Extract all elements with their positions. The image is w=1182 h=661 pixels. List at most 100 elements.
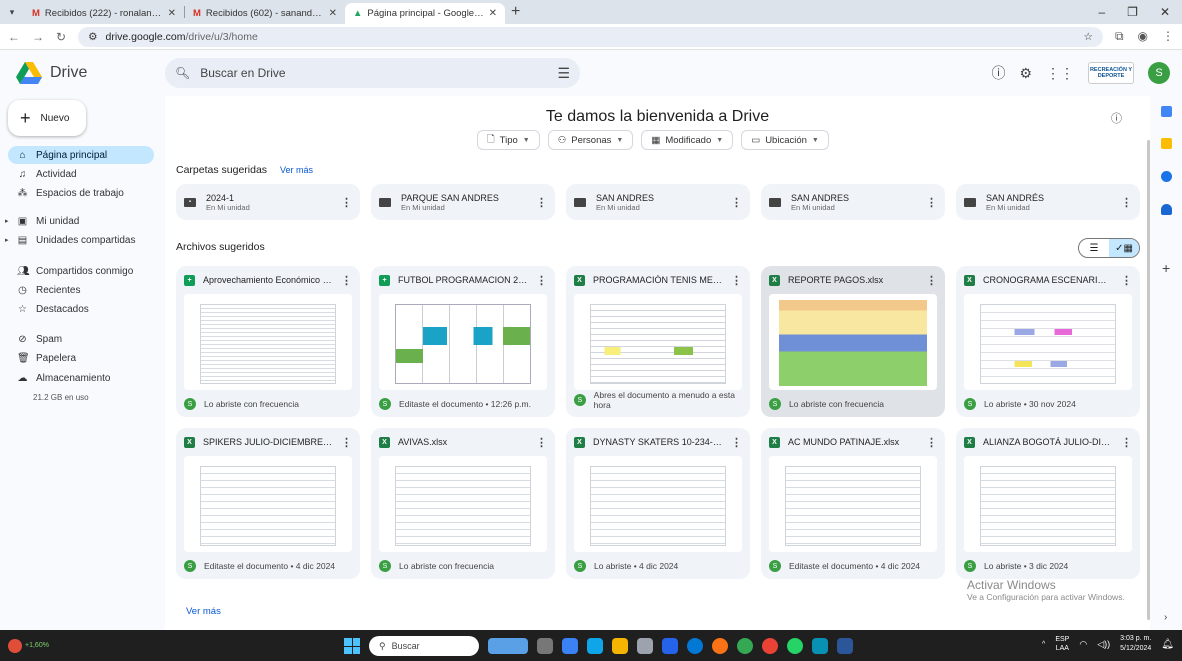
sidebar-item-activity[interactable]: ♫ Actividad [8,165,154,183]
more-options-icon[interactable]: ⋮ [1121,436,1132,449]
file-card[interactable]: X CRONOGRAMA ESCENARIOS 202... ⋮ S Lo abris… [956,266,1140,417]
more-options-icon[interactable]: ⋮ [341,436,352,449]
reload-icon[interactable]: ↻ [56,30,66,44]
filter-location[interactable]: ▭ Ubicación ▼ [741,130,829,150]
filter-type[interactable]: 🗋︎ Tipo ▼ [477,130,540,150]
browser-menu-icon[interactable]: ⋮ [1162,29,1174,44]
sidebar-item-shared-with-me[interactable]: 👥︎ Compartidos conmigo [8,262,154,280]
file-card[interactable]: X PROGRAMACIÓN TENIS MES DE ... ⋮ S Abres e… [566,266,750,417]
more-options-icon[interactable]: ⋮ [1121,196,1132,209]
close-icon[interactable]: ✕ [489,8,497,19]
url-input[interactable]: ⚙ drive.google.com/drive/u/3/home ☆ [78,26,1103,47]
more-options-icon[interactable]: ⋮ [731,436,742,449]
tab-gmail-1[interactable]: M Recibidos (222) - ronalangulo1 ✕ [24,3,184,24]
site-info-icon[interactable]: ⚙ [88,31,97,43]
file-explorer-icon[interactable] [612,638,628,654]
tab-gmail-2[interactable]: M Recibidos (602) - sanandres@s ✕ [185,3,345,24]
calendar-icon[interactable] [1161,106,1172,117]
firefox-icon[interactable] [712,638,728,654]
more-options-icon[interactable]: ⋮ [341,196,352,209]
edge-icon[interactable] [587,638,603,654]
drive-logo[interactable]: Drive [0,62,165,84]
minimize-icon[interactable]: – [1098,5,1105,19]
more-options-icon[interactable]: ⋮ [926,196,937,209]
avatar[interactable]: S [1148,62,1170,84]
folder-card[interactable]: SAN ANDRES En Mi unidad ⋮ [761,184,945,220]
close-icon[interactable]: ✕ [329,8,337,19]
more-options-icon[interactable]: ⋮ [536,196,547,209]
settings-icon[interactable]: ⚙ [1019,65,1032,82]
sidebar-item-shared-drives[interactable]: ▸ ▤ Unidades compartidas [5,231,154,249]
help-icon[interactable]: ⓘ [991,63,1005,83]
sidebar-item-spam[interactable]: ⊘ Spam [8,330,154,348]
back-icon[interactable]: ← [8,30,20,44]
contacts-icon[interactable] [1161,204,1172,215]
grid-view-icon[interactable]: ✓▦ [1109,239,1139,257]
more-options-icon[interactable]: ⋮ [341,274,352,287]
taskbar-search[interactable]: ⚲ Buscar [369,636,479,656]
file-card[interactable]: + Aprovechamiento Económico 202... ⋮ S Lo a… [176,266,360,417]
chrome-icon[interactable] [737,638,753,654]
new-button[interactable]: + Nuevo [8,100,86,136]
expand-caret-icon[interactable]: ▸ [5,217,9,225]
start-button[interactable] [344,638,360,654]
profile-icon[interactable]: ◉ [1138,29,1148,44]
expand-caret-icon[interactable]: ▸ [5,236,9,244]
sidebar-item-recent[interactable]: ◷ Recientes [8,281,154,299]
search-input[interactable]: 🔍︎ Buscar en Drive ☰ [165,58,580,88]
whatsapp-icon[interactable] [787,638,803,654]
see-more-folders-link[interactable]: Ver más [280,165,313,175]
more-options-icon[interactable]: ⋮ [731,274,742,287]
forward-icon[interactable]: → [32,30,44,44]
sidebar-item-home[interactable]: ⌂ Página principal [8,146,154,164]
more-options-icon[interactable]: ⋮ [926,436,937,449]
extensions-icon[interactable]: ⧉ [1115,29,1124,44]
filter-people[interactable]: ⚇ Personas ▼ [547,130,634,150]
file-card[interactable]: + FUTBOL PROGRAMACION 2024 ⋮ S Editaste el … [371,266,555,417]
tasks-icon[interactable] [1161,171,1172,182]
close-icon[interactable]: ✕ [168,8,176,19]
sidebar-item-storage[interactable]: ☁ Almacenamiento [8,369,154,387]
filter-modified[interactable]: ▦ Modificado ▼ [641,130,734,150]
more-options-icon[interactable]: ⋮ [926,274,937,287]
search-icon[interactable]: 🔍︎ [175,66,190,80]
sidebar-item-trash[interactable]: 🗑︎ Papelera [8,349,154,367]
file-card[interactable]: X DYNASTY SKATERS 10-234-013-2... ⋮ S Lo ab… [566,428,750,579]
tab-search-icon[interactable]: ▾ [0,0,24,24]
file-card[interactable]: X ALIANZA BOGOTÁ JULIO-DICIEM... ⋮ S Lo abr… [956,428,1140,579]
photos-icon[interactable] [812,638,828,654]
file-card[interactable]: X AVIVAS.xlsx ⋮ S Lo abriste con frecuencia [371,428,555,579]
outlook-icon[interactable] [662,638,678,654]
folder-card[interactable]: PARQUE SAN ANDRES En Mi unidad ⋮ [371,184,555,220]
sidebar-item-my-drive[interactable]: ▸ ▣ Mi unidad [5,212,154,230]
more-options-icon[interactable]: ⋮ [536,436,547,449]
store-icon[interactable] [637,638,653,654]
word-icon[interactable] [837,638,853,654]
volume-icon[interactable]: ◁)) [1097,639,1110,650]
folder-card[interactable]: ▪ 2024-1 En Mi unidad ⋮ [176,184,360,220]
copilot-icon[interactable] [562,638,578,654]
info-icon[interactable]: ⓘ [1111,110,1122,126]
task-view-icon[interactable] [537,638,553,654]
more-options-icon[interactable]: ⋮ [536,274,547,287]
keep-icon[interactable] [1161,138,1172,149]
wifi-icon[interactable]: ◠ [1079,639,1087,650]
notifications-icon[interactable]: 🔔︎ [1161,639,1174,650]
restore-icon[interactable]: ❐ [1127,5,1138,19]
folder-card[interactable]: SAN ANDRES En Mi unidad ⋮ [566,184,750,220]
file-card[interactable]: X AC MUNDO PATINAJE.xlsx ⋮ S Editaste el do… [761,428,945,579]
folder-card[interactable]: SAN ANDRÉS En Mi unidad ⋮ [956,184,1140,220]
widgets-icon[interactable] [488,638,528,654]
file-card[interactable]: X SPIKERS JULIO-DICIEMBRE 2024... ⋮ S Edita… [176,428,360,579]
list-view-icon[interactable]: ☰ [1079,239,1109,257]
sidebar-item-workspaces[interactable]: ⁂ Espacios de trabajo [8,184,154,202]
see-more-files-link[interactable]: Ver más [186,606,221,617]
more-options-icon[interactable]: ⋮ [1121,274,1132,287]
apps-grid-icon[interactable]: ⋮⋮ [1046,65,1074,82]
more-options-icon[interactable]: ⋮ [731,196,742,209]
weather-widget[interactable]: +1,60% [0,638,60,653]
new-tab-button[interactable]: + [511,3,520,21]
file-card[interactable]: X REPORTE PAGOS.xlsx ⋮ S Lo abriste con fre… [761,266,945,417]
tray-chevron-icon[interactable]: ^ [1042,641,1045,648]
tab-drive[interactable]: ▲ Página principal - Google Drive ✕ [345,3,505,24]
